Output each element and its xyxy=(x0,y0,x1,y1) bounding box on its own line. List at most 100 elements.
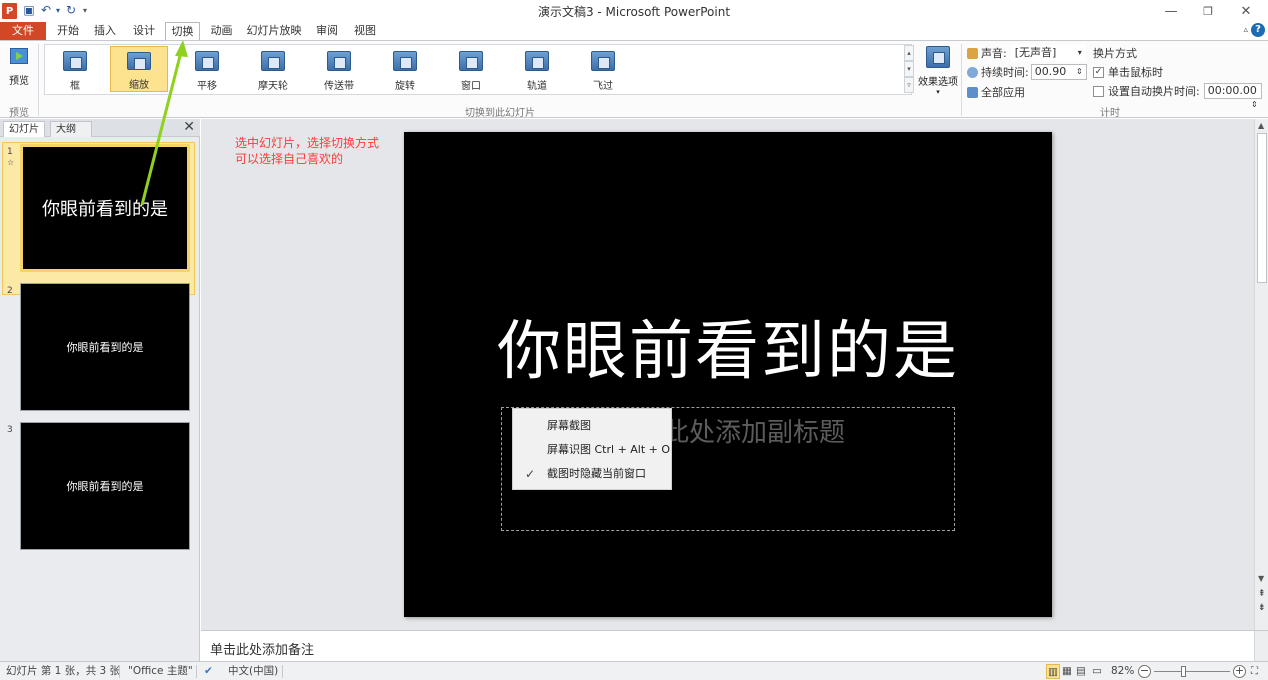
transition-label: 框 xyxy=(70,81,80,92)
zoom-level[interactable]: 82% xyxy=(1111,664,1134,679)
theme-name[interactable]: "Office 主题" xyxy=(128,664,193,679)
gallery-scroll-down[interactable]: ▾ xyxy=(904,61,914,77)
after-time-spinner[interactable]: 00:00.00 ⇕ xyxy=(1203,83,1262,109)
transition-label: 旋转 xyxy=(395,81,415,92)
transition-zoom[interactable]: 缩放 xyxy=(110,46,168,92)
minimize-ribbon-icon[interactable]: ▵ xyxy=(1243,25,1248,35)
fit-to-window-icon[interactable]: ⛶ xyxy=(1251,664,1258,679)
transition-ferris-wheel[interactable]: 摩天轮 xyxy=(244,46,302,92)
orbit-transition-icon xyxy=(525,51,549,71)
reading-view-icon[interactable]: ▤ xyxy=(1076,664,1086,679)
help-icon[interactable]: ? xyxy=(1251,23,1265,37)
close-button[interactable]: ✕ xyxy=(1228,2,1264,20)
transition-box[interactable]: 框 xyxy=(46,46,104,92)
effect-options-icon xyxy=(926,46,950,68)
menu-item-label: 屏幕截图 xyxy=(547,419,591,432)
transition-label: 摩天轮 xyxy=(258,81,288,92)
previous-slide-icon[interactable]: ⇞ xyxy=(1258,589,1266,599)
duration-spinner[interactable]: 00.90 ⇕ xyxy=(1030,64,1087,80)
tab-file[interactable]: 文件 xyxy=(0,22,46,41)
tab-view[interactable]: 视图 xyxy=(349,22,381,41)
scroll-down-icon[interactable]: ▼ xyxy=(1258,574,1264,583)
menu-item-screenshot[interactable]: 屏幕截图 xyxy=(513,415,671,437)
on-click-checkbox[interactable]: ✓ 单击鼠标时 xyxy=(1093,63,1163,81)
slide-counter: 幻灯片 第 1 张，共 3 张 xyxy=(6,665,121,677)
slide-canvas[interactable]: 你眼前看到的是 单击此处添加副标题 xyxy=(404,132,1052,617)
slide-thumbnail-2[interactable]: 你眼前看到的是 xyxy=(20,283,190,411)
checkmark-icon: ✓ xyxy=(525,467,536,481)
window-transition-icon xyxy=(459,51,483,71)
chevron-down-icon: ▾ xyxy=(1077,48,1082,57)
slide-title[interactable]: 你眼前看到的是 xyxy=(404,300,1052,392)
checkbox-unchecked-icon xyxy=(1093,85,1104,97)
menu-item-screen-recognize[interactable]: 屏幕识图 Ctrl + Alt + O xyxy=(513,439,671,461)
gallery-scroll-up[interactable]: ▴ xyxy=(904,45,914,61)
zoom-in-icon[interactable]: + xyxy=(1233,665,1246,678)
preview-button[interactable]: 预览 xyxy=(4,46,34,92)
slide-thumbnail-1[interactable]: 你眼前看到的是 xyxy=(20,144,190,272)
notes-pane[interactable]: 单击此处添加备注 xyxy=(201,630,1268,662)
gallery-more[interactable]: ▿ xyxy=(904,77,914,93)
chevron-down-icon: ▾ xyxy=(936,88,940,96)
transition-conveyor[interactable]: 传送带 xyxy=(310,46,368,92)
rotate-transition-icon xyxy=(393,51,417,71)
apply-all-label: 全部应用 xyxy=(981,86,1025,99)
tab-home[interactable]: 开始 xyxy=(52,22,84,41)
tab-outline[interactable]: 大纲 xyxy=(50,121,92,137)
sound-icon xyxy=(967,47,978,59)
sound-dropdown[interactable]: [无声音] ▾ xyxy=(1010,45,1086,61)
group-label-transitions: 切换到此幻灯片 xyxy=(465,108,535,119)
ferris-wheel-transition-icon xyxy=(261,51,285,71)
scrollbar-thumb[interactable] xyxy=(1257,133,1267,283)
slide-thumbnail-3[interactable]: 你眼前看到的是 xyxy=(20,422,190,550)
transition-star-icon: ☆ xyxy=(7,158,15,167)
transition-rotate[interactable]: 旋转 xyxy=(376,46,434,92)
context-menu: 屏幕截图 屏幕识图 Ctrl + Alt + O ✓ 截图时隐藏当前窗口 xyxy=(512,408,672,490)
zoom-slider-handle[interactable] xyxy=(1181,666,1186,677)
tab-animations[interactable]: 动画 xyxy=(205,22,238,41)
annotation-note: 选中幻灯片，选择切换方式 可以选择自己喜欢的 xyxy=(235,135,379,167)
notes-scrollbar[interactable] xyxy=(1254,631,1268,662)
slide-sorter-icon[interactable]: ▦ xyxy=(1062,664,1072,679)
tab-review[interactable]: 审阅 xyxy=(311,22,343,41)
tab-slideshow[interactable]: 幻灯片放映 xyxy=(244,22,304,41)
spinner-icon: ⇕ xyxy=(1076,67,1083,76)
close-icon[interactable]: ✕ xyxy=(183,119,195,135)
duration-value: 00.90 xyxy=(1034,65,1067,78)
tab-design[interactable]: 设计 xyxy=(127,22,161,41)
vertical-scrollbar[interactable]: ▲ ▼ ⇞ ⇟ xyxy=(1254,119,1268,630)
after-checkbox[interactable]: 设置自动换片时间: 00:00.00 ⇕ xyxy=(1093,82,1262,109)
transition-pan[interactable]: 平移 xyxy=(178,46,236,92)
transition-fly-through[interactable]: 飞过 xyxy=(574,46,632,92)
menu-item-hide-window[interactable]: ✓ 截图时隐藏当前窗口 xyxy=(513,463,671,485)
window-title: 演示文稿3 - Microsoft PowerPoint xyxy=(537,5,731,19)
conveyor-transition-icon xyxy=(327,51,351,71)
restore-button[interactable]: ❐ xyxy=(1190,2,1226,20)
next-slide-icon[interactable]: ⇟ xyxy=(1258,603,1266,613)
zoom-slider[interactable] xyxy=(1154,671,1230,672)
apply-all-button[interactable]: 全部应用 xyxy=(967,83,1025,101)
minimize-button[interactable]: — xyxy=(1153,2,1189,20)
normal-view-icon[interactable]: ▥ xyxy=(1046,664,1060,679)
zoom-out-icon[interactable]: − xyxy=(1138,665,1151,678)
slide-number: 3 xyxy=(7,425,13,435)
duration-row: 持续时间: 00.90 ⇕ xyxy=(967,63,1087,81)
annotation-line: 选中幻灯片，选择切换方式 xyxy=(235,136,380,150)
ribbon: 预览 预览 框 缩放 平移 摩天轮 传送带 旋转 窗口 轨道 飞过 ▴ ▾ ▿ … xyxy=(0,40,1268,119)
notes-placeholder: 单击此处添加备注 xyxy=(210,643,315,658)
effect-options-button[interactable]: 效果选项 ▾ xyxy=(916,44,960,100)
slideshow-icon[interactable]: ▭ xyxy=(1092,664,1102,679)
sound-label: 声音: xyxy=(981,47,1007,60)
tab-insert[interactable]: 插入 xyxy=(89,22,121,41)
transition-orbit[interactable]: 轨道 xyxy=(508,46,566,92)
tab-slides[interactable]: 幻灯片 xyxy=(3,121,45,137)
clock-icon xyxy=(967,66,978,78)
language-indicator[interactable]: 中文(中国) xyxy=(228,664,278,679)
spell-check-icon[interactable]: ✔ xyxy=(204,664,213,679)
scroll-up-icon[interactable]: ▲ xyxy=(1258,121,1264,130)
fly-through-transition-icon xyxy=(591,51,615,71)
transition-window[interactable]: 窗口 xyxy=(442,46,500,92)
tab-transitions[interactable]: 切换 xyxy=(165,22,200,42)
menu-item-label: 截图时隐藏当前窗口 xyxy=(547,467,646,480)
on-click-label: 单击鼠标时 xyxy=(1108,66,1163,79)
